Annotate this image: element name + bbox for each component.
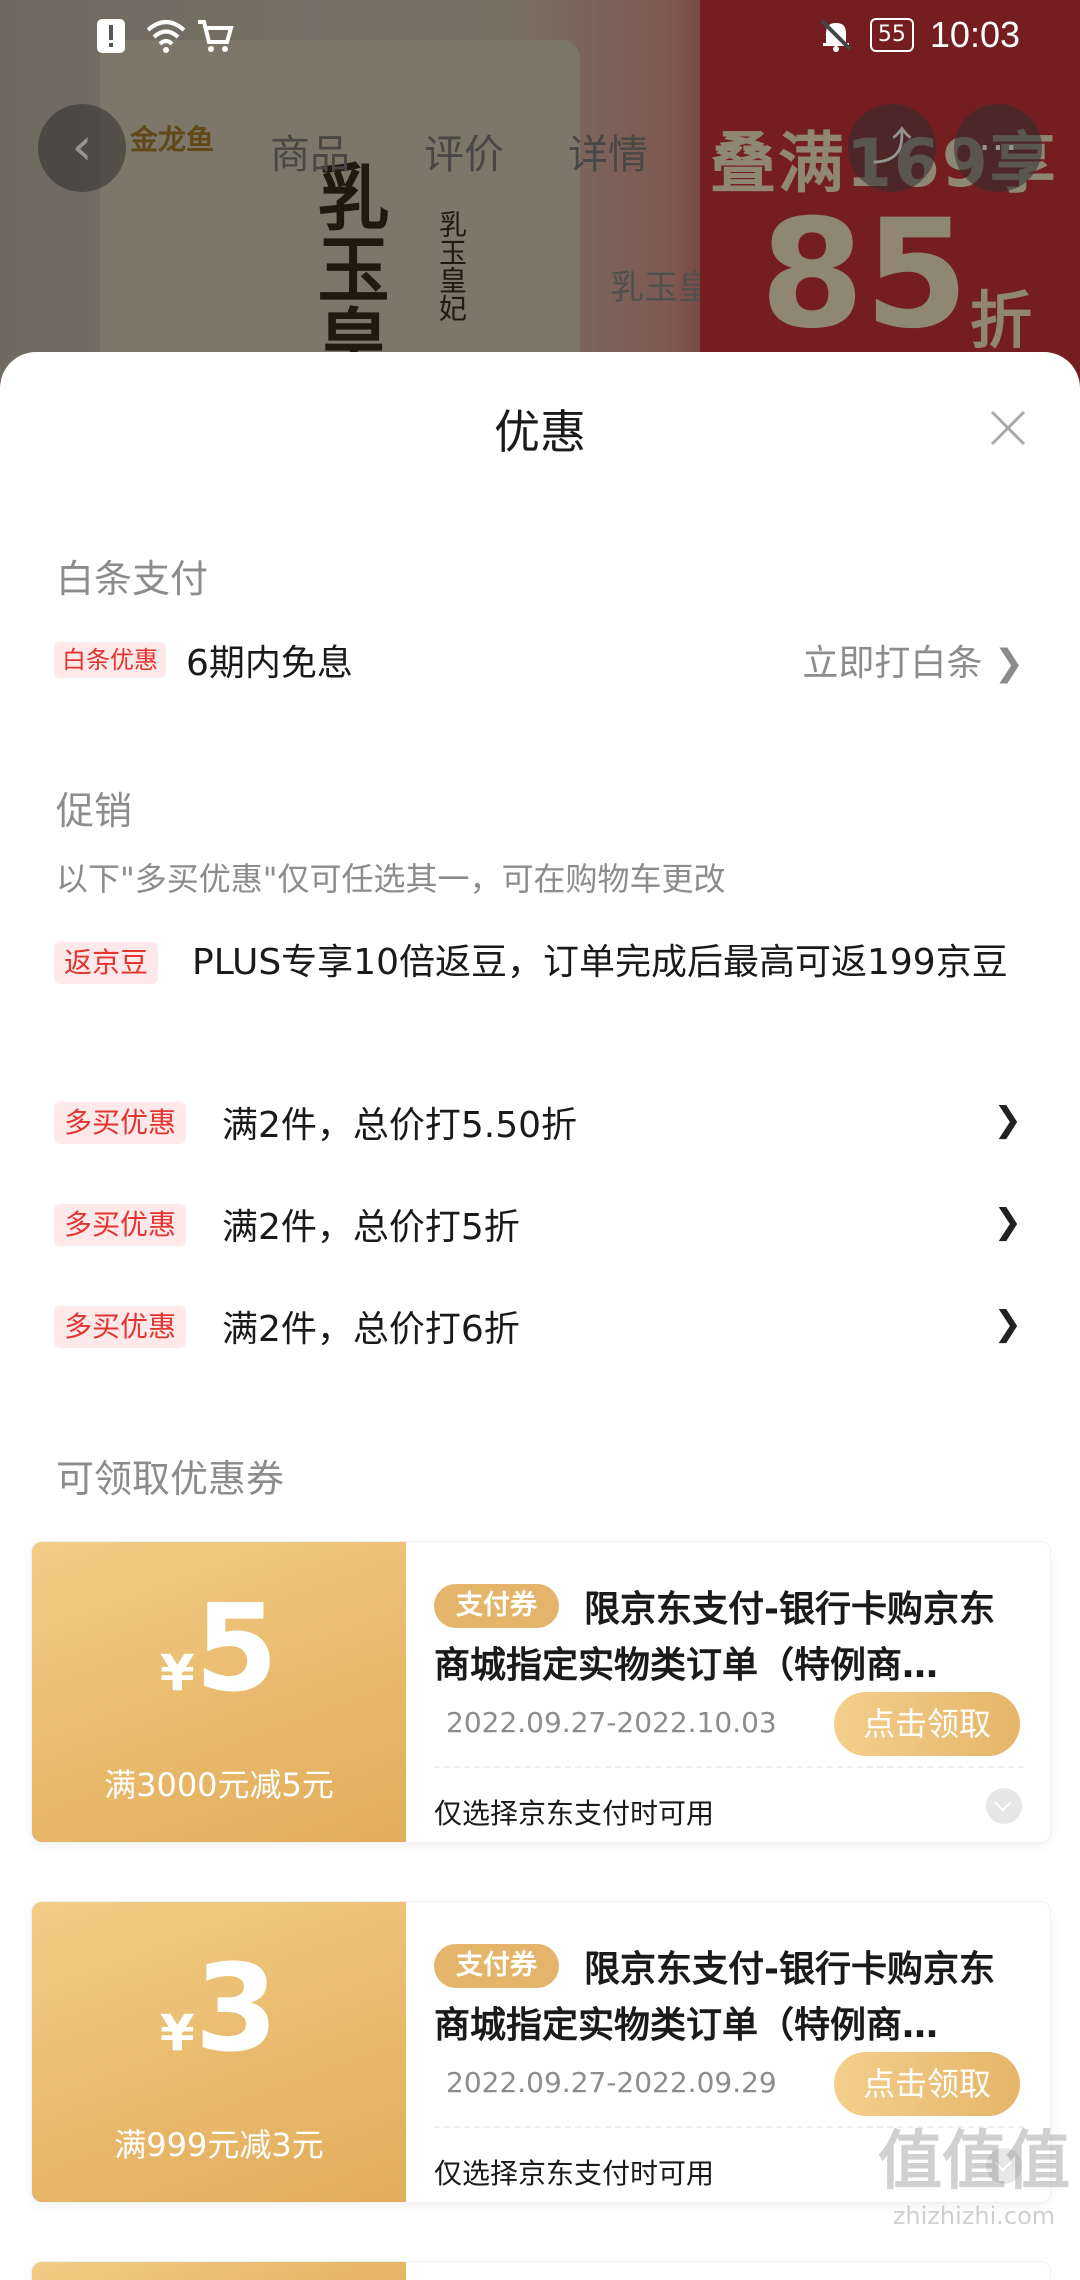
close-icon[interactable] xyxy=(988,408,1028,448)
coupon-card-partial xyxy=(32,2262,1050,2280)
discount-sheet: 优惠 白条支付 白条优惠 6期内免息 立即打白条 ❯ 促销 以下"多买优惠"仅可… xyxy=(0,352,1080,2280)
baitiao-action-link[interactable]: 立即打白条 ❯ xyxy=(802,634,1024,686)
chevron-right-icon: ❯ xyxy=(993,1100,1023,1140)
baitiao-tag: 白条优惠 xyxy=(54,642,166,678)
promo-tag: 多买优惠 xyxy=(54,1306,187,1348)
promo-text: 满2件，总价打5折 xyxy=(222,1207,520,1248)
coupon-validity: 2022.09.27-2022.09.29 xyxy=(446,2066,777,2099)
promo-text: PLUS专享10倍返豆，订单完成后最高可返199京豆 xyxy=(192,942,1008,983)
chevron-right-icon: ❯ xyxy=(993,1202,1023,1242)
watermark-url: zhizhizhi.com xyxy=(892,2202,1056,2230)
sim-alert-icon xyxy=(96,18,132,54)
shopping-cart-icon xyxy=(196,18,234,54)
wifi-icon xyxy=(146,18,186,54)
coupon-section-title: 可领取优惠券 xyxy=(56,1457,285,1501)
coupon-type-badge: 支付券 xyxy=(434,1944,559,1988)
coupon-amount: 3 xyxy=(194,1940,279,2079)
promo-note: 以下"多买优惠"仅可任选其一，可在购物车更改 xyxy=(56,860,726,898)
currency-symbol: ¥ xyxy=(159,2004,195,2062)
coupon-value-panel: ¥5 满3000元减5元 xyxy=(32,1542,406,1842)
coupon-condition: 满3000元减5元 xyxy=(104,1766,334,1804)
status-bar: 55 10:03 xyxy=(0,0,1080,76)
claim-coupon-button[interactable]: 点击领取 xyxy=(834,1692,1020,1756)
promo-text: 满2件，总价打6折 xyxy=(222,1309,520,1350)
coupon-card: ¥5 满3000元减5元 限京东支付-银行卡购京东商城指定实物类订单（特例商… … xyxy=(32,1542,1050,1842)
coupon-value-panel xyxy=(32,2262,406,2280)
baitiao-text: 6期内免息 xyxy=(186,643,353,684)
watermark-logo: 值值值 xyxy=(878,2125,1070,2199)
promo-section-title: 促销 xyxy=(56,789,133,833)
clock: 10:03 xyxy=(929,14,1020,55)
watermark: 值值值 zhizhizhi.com xyxy=(878,2110,1070,2230)
promo-tag: 返京豆 xyxy=(54,942,159,984)
coupon-type-badge: 支付券 xyxy=(434,1584,559,1628)
coupon-restriction: 仅选择京东支付时可用 xyxy=(434,2157,715,2190)
currency-symbol: ¥ xyxy=(159,1644,195,1702)
coupon-value-panel: ¥3 满999元减3元 xyxy=(32,1902,406,2202)
divider xyxy=(434,1766,1024,1768)
chevron-down-icon[interactable] xyxy=(986,1788,1022,1824)
claim-coupon-button[interactable]: 点击领取 xyxy=(834,2052,1020,2116)
baitiao-section-title: 白条支付 xyxy=(56,557,209,601)
promo-text: 满2件，总价打5.50折 xyxy=(222,1105,578,1146)
sheet-title: 优惠 xyxy=(494,405,586,459)
coupon-validity: 2022.09.27-2022.10.03 xyxy=(446,1706,777,1739)
battery-indicator: 55 xyxy=(869,18,914,52)
promo-tag: 多买优惠 xyxy=(54,1204,187,1246)
coupon-condition: 满999元减3元 xyxy=(114,2126,324,2164)
mute-bell-icon xyxy=(818,17,854,53)
coupon-amount: 5 xyxy=(194,1580,279,1719)
chevron-right-icon: ❯ xyxy=(993,1304,1023,1344)
coupon-restriction: 仅选择京东支付时可用 xyxy=(434,1797,715,1830)
promo-tag: 多买优惠 xyxy=(54,1102,187,1144)
